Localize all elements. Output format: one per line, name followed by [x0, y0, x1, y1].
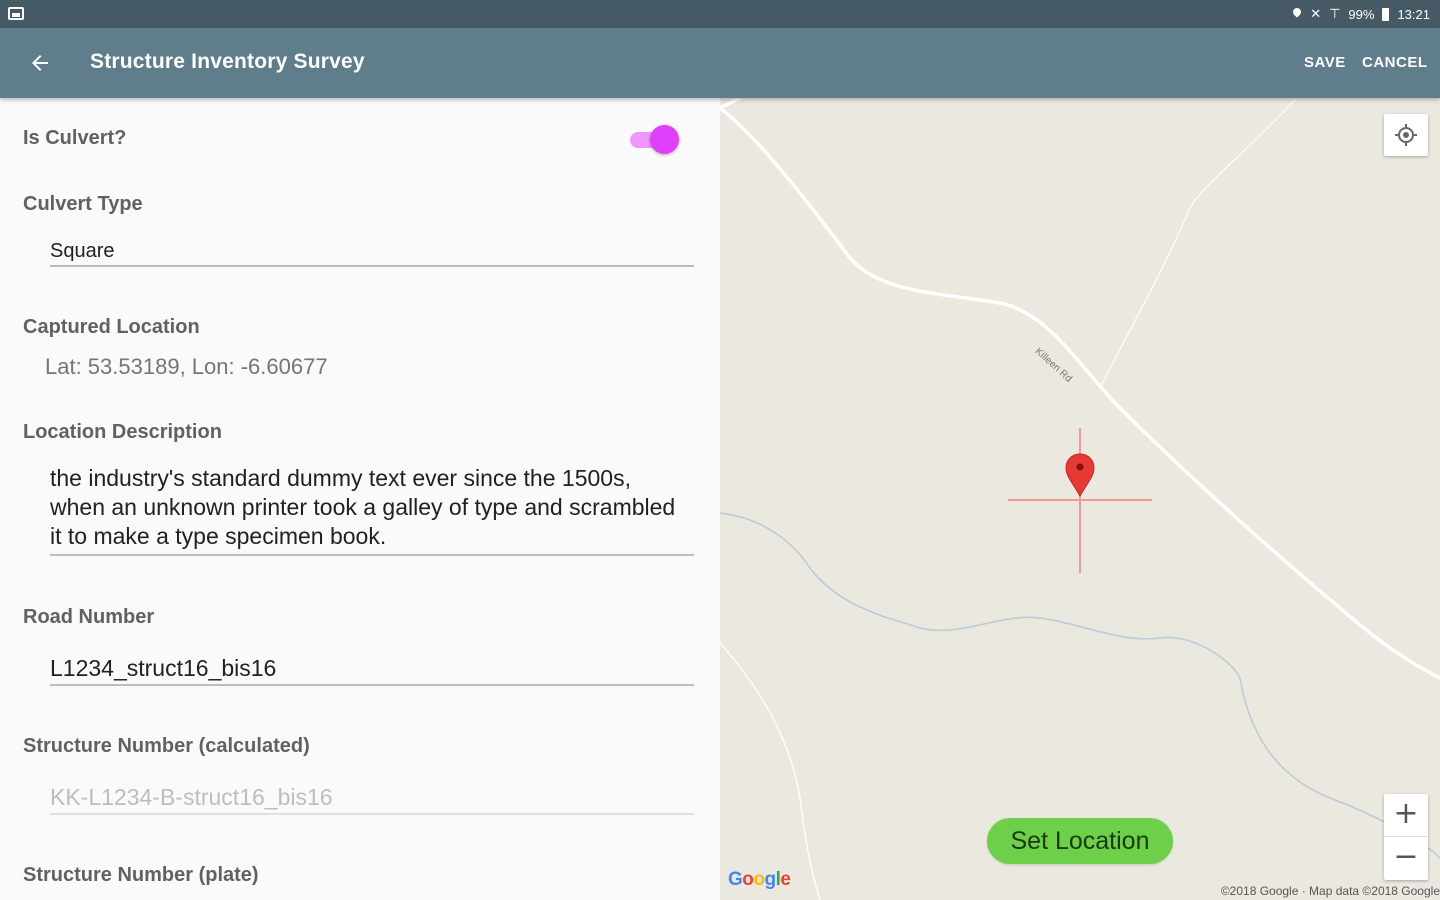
location-pin-icon: [1065, 453, 1095, 498]
form-panel: Is Culvert? Culvert Type Square Captured…: [0, 98, 720, 900]
road-number-label: Road Number: [23, 606, 155, 628]
mute-icon: ✕: [1310, 6, 1322, 21]
structure-number-calculated-input: KK-L1234-B-struct16_bis16: [50, 784, 333, 810]
culvert-type-underline: [50, 265, 694, 267]
road-number-underline: [50, 684, 694, 686]
my-location-button[interactable]: [1384, 114, 1428, 156]
clock: 13:21: [1397, 6, 1430, 22]
zoom-in-button[interactable]: +: [1384, 794, 1428, 837]
captured-location-value: Lat: 53.53189, Lon: -6.60677: [45, 354, 328, 379]
track-line: [1099, 99, 1296, 389]
stream-line: [720, 642, 821, 900]
main-road: [720, 106, 1440, 680]
culvert-type-select[interactable]: Square: [50, 240, 115, 263]
battery-percent: 99%: [1348, 6, 1375, 22]
structure-number-calculated-label: Structure Number (calculated): [23, 735, 310, 757]
gallery-notification-icon: [8, 7, 24, 20]
status-bar: ✕ ⊤ 99% 13:21: [0, 0, 1440, 28]
map-attribution: ©2018 Google · Map data ©2018 Google: [1220, 884, 1440, 898]
page-title: Structure Inventory Survey: [90, 50, 365, 73]
arrow-back-icon: [32, 55, 48, 71]
battery-icon: [1382, 7, 1390, 21]
location-description-input[interactable]: the industry's standard dummy text ever …: [50, 464, 690, 551]
map-view[interactable]: Killeen Rd + − Set Location Google ©2018…: [720, 98, 1440, 900]
back-button[interactable]: [22, 48, 58, 78]
app-bar: Structure Inventory Survey SAVE CANCEL: [0, 28, 1440, 98]
zoom-out-button[interactable]: −: [1384, 837, 1428, 880]
google-logo: Google: [728, 869, 791, 890]
signal-icon: ⊤: [1329, 6, 1341, 21]
status-icons: ✕ ⊤ 99% 13:21: [1292, 6, 1430, 22]
culvert-type-label: Culvert Type: [23, 193, 143, 215]
zoom-controls: + −: [1384, 794, 1428, 880]
set-location-button[interactable]: Set Location: [987, 818, 1173, 864]
is-culvert-toggle[interactable]: [628, 124, 680, 154]
location-description-label: Location Description: [23, 421, 222, 443]
road-stub: [720, 98, 741, 110]
map-canvas: [720, 98, 1440, 900]
toggle-thumb: [650, 125, 679, 154]
location-description-underline: [50, 554, 694, 556]
save-button[interactable]: SAVE: [1304, 54, 1346, 71]
my-location-icon: [1395, 124, 1417, 146]
structure-number-calculated-underline: [50, 813, 694, 815]
is-culvert-label: Is Culvert?: [23, 127, 127, 149]
location-icon: [1292, 8, 1302, 20]
captured-location-label: Captured Location: [23, 316, 200, 338]
structure-number-plate-label: Structure Number (plate): [23, 864, 259, 886]
road-number-input[interactable]: L1234_struct16_bis16: [50, 655, 276, 682]
cancel-button[interactable]: CANCEL: [1362, 54, 1428, 71]
